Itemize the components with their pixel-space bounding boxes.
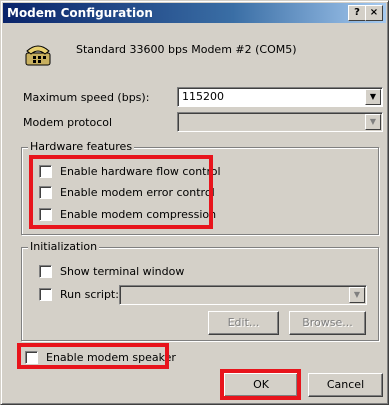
edit-button[interactable]: Edit...	[208, 311, 279, 335]
highlight-box-ok	[220, 369, 301, 400]
hardware-features-title: Hardware features	[28, 140, 135, 153]
run-script-label: Run script:	[60, 288, 119, 301]
chevron-down-icon[interactable]: ▼	[365, 89, 381, 105]
close-button[interactable]: ×	[365, 5, 383, 21]
checkbox-box[interactable]	[39, 265, 52, 278]
protocol-select[interactable]: ▼	[177, 112, 383, 132]
cancel-button[interactable]: Cancel	[308, 373, 383, 397]
title-bar[interactable]: Modem Configuration ? ×	[3, 3, 386, 23]
run-script-checkbox[interactable]: Run script:	[39, 288, 119, 301]
chevron-down-icon[interactable]: ▼	[349, 287, 365, 303]
initialization-title: Initialization	[28, 240, 100, 253]
modem-telephone-icon	[25, 45, 51, 66]
show-terminal-label: Show terminal window	[60, 265, 185, 278]
browse-button[interactable]: Browse...	[289, 311, 366, 335]
help-button[interactable]: ?	[348, 5, 366, 21]
max-speed-label: Maximum speed (bps):	[23, 91, 150, 104]
script-select[interactable]: ▼	[119, 285, 367, 305]
modem-configuration-dialog: Modem Configuration ? × Standard 33600 b…	[0, 0, 389, 405]
checkbox-box[interactable]	[39, 288, 52, 301]
show-terminal-checkbox[interactable]: Show terminal window	[39, 265, 184, 278]
protocol-label: Modem protocol	[23, 116, 113, 129]
modem-name: Standard 33600 bps Modem #2 (COM5)	[76, 43, 297, 56]
max-speed-select[interactable]: 115200 ▼	[177, 87, 383, 107]
highlight-box-speaker	[17, 343, 169, 369]
highlight-box-hardware	[29, 155, 213, 229]
window-title: Modem Configuration	[7, 6, 153, 20]
chevron-down-icon[interactable]: ▼	[365, 114, 381, 130]
max-speed-value: 115200	[182, 90, 224, 103]
